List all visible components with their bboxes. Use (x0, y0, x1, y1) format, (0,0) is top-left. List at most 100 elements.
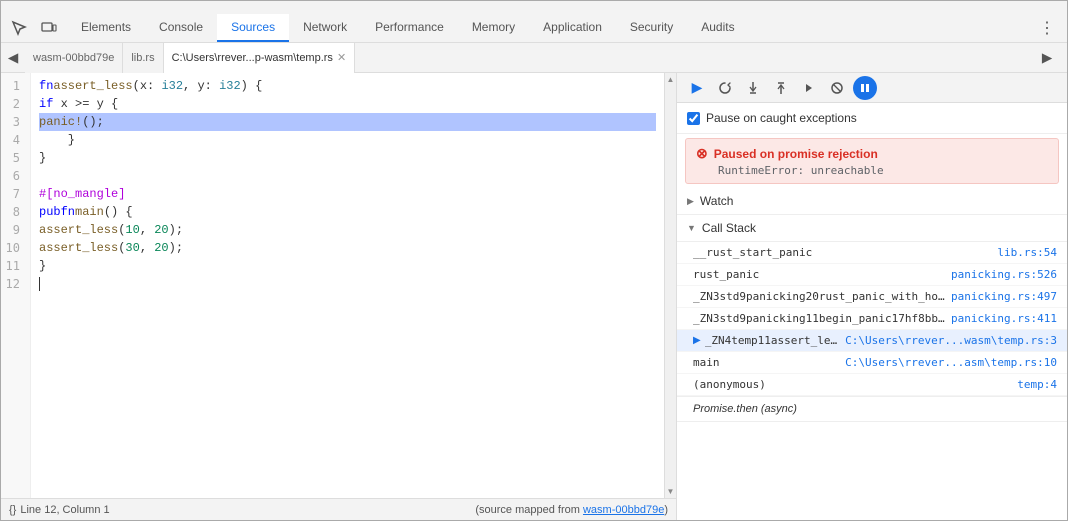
tab-console[interactable]: Console (145, 14, 217, 42)
code-line-6 (39, 167, 656, 185)
promise-item: Promise.then (async) (677, 396, 1067, 421)
source-note-end: ) (664, 504, 668, 516)
source-tab-end: ▶ (1027, 46, 1067, 70)
tab-bar-right: ⋮ (1035, 14, 1067, 42)
pause-exceptions: Pause on caught exceptions (677, 103, 1067, 134)
resume-btn[interactable]: ▶ (685, 76, 709, 100)
watch-section-label: Watch (700, 194, 734, 208)
deactivate-btn[interactable] (825, 76, 849, 100)
tab-elements[interactable]: Elements (67, 14, 145, 42)
tab-network[interactable]: Network (289, 14, 361, 42)
stack-fn-3: _ZN3std9panicking11begin_panic17hf8bbc13… (693, 312, 947, 325)
code-line-12 (39, 275, 656, 293)
source-note: (source mapped from (475, 504, 583, 516)
source-tab-wasm[interactable]: wasm-00bbd79e (25, 43, 123, 73)
tab-application[interactable]: Application (529, 14, 616, 42)
stack-fn-0: __rust_start_panic (693, 246, 993, 259)
step-into-btn[interactable] (741, 76, 765, 100)
step-out-btn[interactable] (769, 76, 793, 100)
scroll-indicator: ▲ ▼ (664, 73, 676, 498)
code-line-3: panic!(); (39, 113, 656, 131)
source-tab-temp-label: C:\Users\rrever...p-wasm\temp.rs (172, 52, 333, 64)
stack-item-6[interactable]: (anonymous) temp:4 (677, 374, 1067, 396)
pause-exceptions-label: Pause on caught exceptions (706, 111, 857, 125)
stack-loc-5: C:\Users\rrever...asm\temp.rs:10 (845, 356, 1057, 369)
scroll-up-arrow[interactable]: ▲ (665, 73, 676, 86)
stack-fn-6: (anonymous) (693, 378, 1013, 391)
code-line-9: assert_less(10, 20); (39, 221, 656, 239)
code-content[interactable]: fn assert_less(x: i32, y: i32) { if x >=… (31, 73, 664, 498)
step-over-btn[interactable] (713, 76, 737, 100)
watch-triangle-icon: ▶ (687, 196, 694, 207)
stack-loc-4: C:\Users\rrever...wasm\temp.rs:3 (845, 334, 1057, 347)
right-panel-content: Pause on caught exceptions ⊗ Paused on p… (677, 103, 1067, 520)
code-line-5: } (39, 149, 656, 167)
call-stack-triangle-icon: ▼ (687, 223, 696, 233)
scroll-down-arrow[interactable]: ▼ (665, 485, 676, 498)
code-area: 1 2 3 4 5 6 7 8 9 10 11 12 fn assert_les… (1, 73, 676, 498)
tab-memory[interactable]: Memory (458, 14, 529, 42)
stack-item-2[interactable]: _ZN3std9panicking20rust_panic_with_hook1… (677, 286, 1067, 308)
debugger-toolbar: ▶ (677, 73, 1067, 103)
code-panel: 1 2 3 4 5 6 7 8 9 10 11 12 fn assert_les… (1, 73, 677, 520)
active-arrow-icon: ▶ (693, 335, 701, 346)
code-line-8: pub fn main() { (39, 203, 656, 221)
device-toolbar-btn[interactable] (35, 14, 63, 42)
tab-sources[interactable]: Sources (217, 14, 289, 42)
paused-banner: ⊗ Paused on promise rejection RuntimeErr… (685, 138, 1059, 184)
stack-loc-0: lib.rs:54 (997, 246, 1057, 259)
paused-error-message: RuntimeError: unreachable (696, 164, 1048, 177)
source-back-btn[interactable]: ◀ (1, 46, 25, 70)
main-content: 1 2 3 4 5 6 7 8 9 10 11 12 fn assert_les… (1, 73, 1067, 520)
cursor-position: Line 12, Column 1 (20, 504, 109, 516)
error-circle-icon: ⊗ (696, 145, 708, 162)
line-numbers: 1 2 3 4 5 6 7 8 9 10 11 12 (1, 73, 31, 498)
stack-fn-5: main (693, 356, 841, 369)
stack-item-5[interactable]: main C:\Users\rrever...asm\temp.rs:10 (677, 352, 1067, 374)
status-right: (source mapped from wasm-00bbd79e) (475, 504, 668, 516)
stack-loc-3: panicking.rs:411 (951, 312, 1057, 325)
stack-item-4[interactable]: ▶ _ZN4temp11assert_less17hc29247008ddc91… (677, 330, 1067, 352)
right-panel: ▶ (677, 73, 1067, 520)
code-line-4: } (39, 131, 656, 149)
watch-section-header[interactable]: ▶ Watch (677, 188, 1067, 215)
code-line-7: #[no_mangle] (39, 185, 656, 203)
tab-bar-left-icons (1, 14, 67, 42)
code-line-2: if x >= y { (39, 95, 656, 113)
source-tab-lib[interactable]: lib.rs (123, 43, 163, 73)
status-bar: {} Line 12, Column 1 (source mapped from… (1, 498, 676, 520)
call-stack-section-header[interactable]: ▼ Call Stack (677, 215, 1067, 242)
devtools-menu-btn[interactable]: ⋮ (1035, 14, 1059, 42)
code-line-10: assert_less(30, 20); (39, 239, 656, 257)
source-tabs-bar: ◀ wasm-00bbd79e lib.rs C:\Users\rrever..… (1, 43, 1067, 73)
stack-loc-6: temp:4 (1017, 378, 1057, 391)
tab-security[interactable]: Security (616, 14, 687, 42)
tab-audits[interactable]: Audits (687, 14, 748, 42)
source-tabs-list: wasm-00bbd79e lib.rs C:\Users\rrever...p… (25, 43, 1027, 73)
source-tab-lib-label: lib.rs (131, 52, 154, 64)
devtools-window: Elements Console Sources Network Perform… (0, 0, 1068, 521)
main-tab-bar: Elements Console Sources Network Perform… (1, 1, 1067, 43)
code-line-1: fn assert_less(x: i32, y: i32) { (39, 77, 656, 95)
close-tab-temp[interactable]: ✕ (337, 51, 346, 64)
stack-item-3[interactable]: _ZN3std9panicking11begin_panic17hf8bbc13… (677, 308, 1067, 330)
stack-item-1[interactable]: rust_panic panicking.rs:526 (677, 264, 1067, 286)
stack-fn-4: _ZN4temp11assert_less17hc29247008ddc9121… (705, 334, 841, 347)
stack-fn-1: rust_panic (693, 268, 947, 281)
pause-exceptions-checkbox[interactable] (687, 112, 700, 125)
stack-loc-1: panicking.rs:526 (951, 268, 1057, 281)
source-link[interactable]: wasm-00bbd79e (583, 504, 664, 516)
paused-title: ⊗ Paused on promise rejection (696, 145, 1048, 162)
step-btn[interactable] (797, 76, 821, 100)
source-tab-temp[interactable]: C:\Users\rrever...p-wasm\temp.rs ✕ (164, 43, 356, 73)
main-tabs: Elements Console Sources Network Perform… (67, 14, 749, 42)
stack-loc-2: panicking.rs:497 (951, 290, 1057, 303)
inspect-element-btn[interactable] (5, 14, 33, 42)
format-btn[interactable]: {} (9, 504, 16, 516)
pause-btn[interactable] (853, 76, 877, 100)
code-line-11: } (39, 257, 656, 275)
source-more-tabs-btn[interactable]: ▶ (1035, 46, 1059, 70)
stack-item-0[interactable]: __rust_start_panic lib.rs:54 (677, 242, 1067, 264)
tab-performance[interactable]: Performance (361, 14, 458, 42)
call-stack-items: __rust_start_panic lib.rs:54 rust_panic … (677, 242, 1067, 422)
